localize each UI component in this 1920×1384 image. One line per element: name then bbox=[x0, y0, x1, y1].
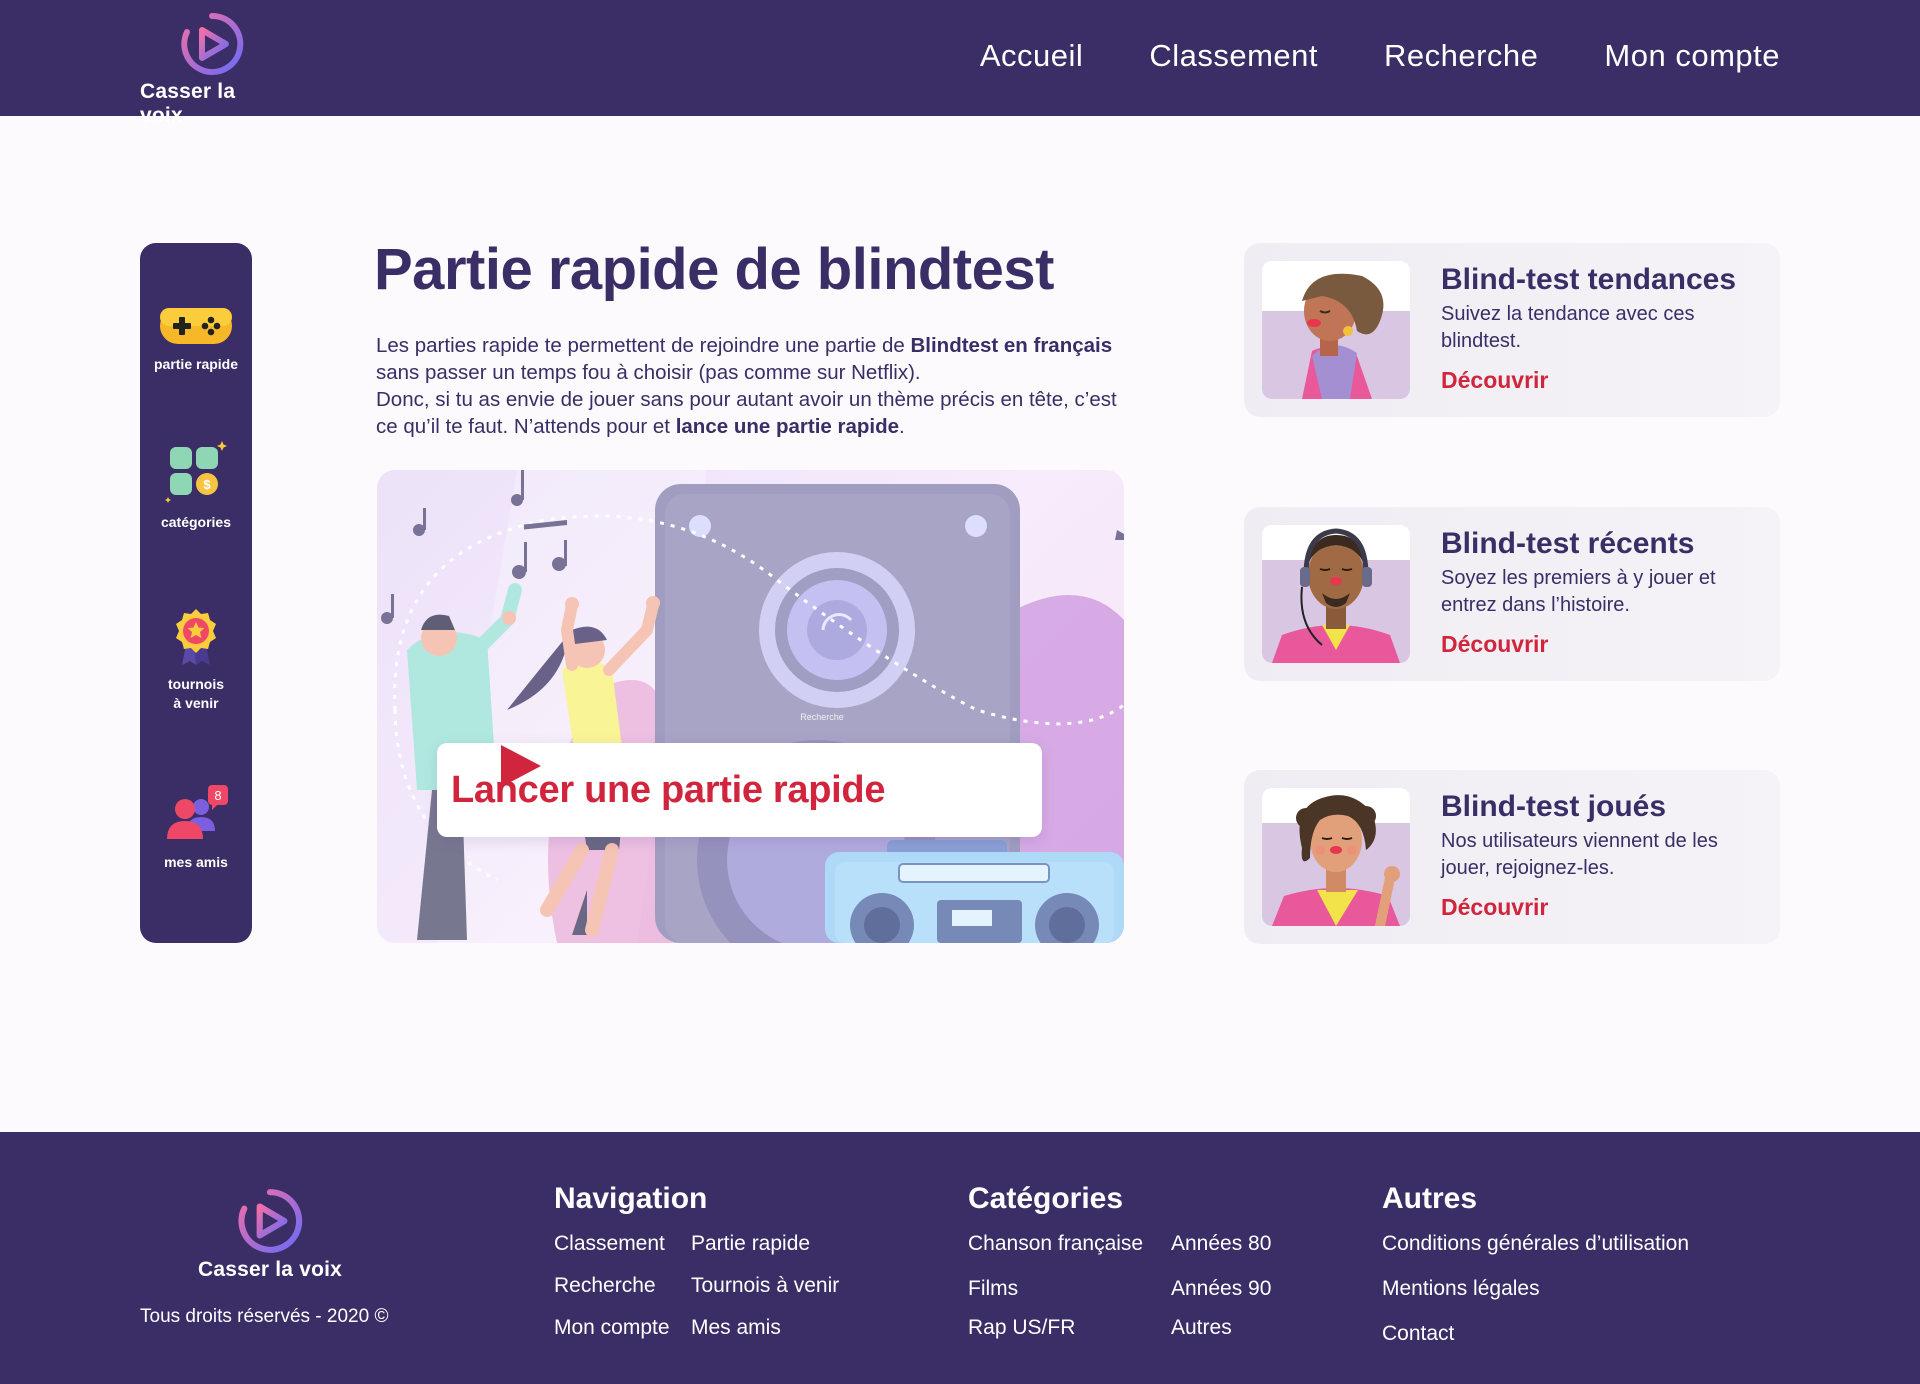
footer-autres-title: Autres bbox=[1382, 1182, 1478, 1215]
footer-link-partie-rapide[interactable]: Partie rapide bbox=[691, 1232, 810, 1256]
play-logo-icon bbox=[181, 12, 244, 75]
sidebar-label-partie-rapide: partie rapide bbox=[153, 356, 239, 372]
svg-text:$: $ bbox=[203, 477, 211, 492]
nav-classement[interactable]: Classement bbox=[1149, 38, 1318, 74]
footer-link-annees-80[interactable]: Années 80 bbox=[1171, 1232, 1271, 1256]
card-illustration bbox=[1262, 261, 1410, 399]
medal-icon bbox=[176, 609, 216, 665]
brand-logo[interactable]: Casser la voix bbox=[140, 10, 284, 128]
card-title: Blind-test joués bbox=[1441, 790, 1667, 823]
footer-link-autres[interactable]: Autres bbox=[1171, 1316, 1232, 1340]
listener-avatar-1 bbox=[1262, 261, 1410, 399]
site-header: Casser la voix Accueil Classement Recher… bbox=[0, 0, 1920, 127]
friends-icon: 8 bbox=[167, 785, 228, 839]
copyright-text: Tous droits réservés - 2020 © bbox=[140, 1306, 389, 1327]
footer-link-mentions-legales[interactable]: Mentions légales bbox=[1382, 1277, 1540, 1301]
categories-icon: $ bbox=[165, 441, 227, 503]
card-recents: Blind-test récents Soyez les premiers à … bbox=[1244, 507, 1780, 681]
nav-mon-compte[interactable]: Mon compte bbox=[1604, 38, 1780, 74]
nav-recherche[interactable]: Recherche bbox=[1384, 38, 1538, 74]
gamepad-icon bbox=[160, 308, 232, 344]
card-tendances: Blind-test tendances Suivez la tendance … bbox=[1244, 243, 1780, 417]
sidebar-label-tournois-line1: tournois bbox=[168, 676, 224, 692]
footer-categories-title: Catégories bbox=[968, 1182, 1124, 1215]
svg-text:8: 8 bbox=[214, 788, 221, 803]
footer-link-recherche[interactable]: Recherche bbox=[554, 1274, 656, 1298]
intro-text-part1: Les parties rapide te permettent de rejo… bbox=[376, 334, 911, 357]
sidebar-item-categories[interactable]: $ catégories bbox=[140, 439, 252, 532]
footer-logo[interactable]: Casser la voix bbox=[195, 1186, 345, 1282]
brand-name: Casser la voix bbox=[140, 80, 236, 127]
sidebar-label-mes-amis: mes amis bbox=[164, 854, 228, 870]
intro-text-bold2: lance une partie rapide bbox=[675, 415, 900, 438]
sidebar-item-mes-amis[interactable]: 8 mes amis bbox=[140, 783, 252, 872]
intro-text: Les parties rapide te permettent de rejo… bbox=[376, 332, 1136, 440]
play-logo-icon bbox=[238, 1189, 303, 1253]
card-illustration bbox=[1262, 525, 1410, 663]
party-illustration: Recherche bbox=[377, 470, 1124, 943]
footer-link-annees-90[interactable]: Années 90 bbox=[1171, 1277, 1271, 1301]
discover-link[interactable]: Découvrir bbox=[1441, 367, 1548, 394]
sidebar: partie rapide $ catégories tournois à ve… bbox=[140, 243, 252, 943]
listener-avatar-2 bbox=[1262, 525, 1410, 663]
site-footer: Casser la voix Tous droits réservés - 20… bbox=[0, 1132, 1920, 1384]
intro-text-part4: . bbox=[899, 415, 905, 438]
card-illustration bbox=[1262, 788, 1410, 926]
listener-avatar-3 bbox=[1262, 788, 1410, 926]
footer-link-films[interactable]: Films bbox=[968, 1277, 1018, 1301]
start-quick-game-button[interactable]: Lancer une partie rapide bbox=[437, 743, 1042, 837]
main-nav: Accueil Classement Recherche Mon compte bbox=[914, 38, 1780, 74]
footer-link-cgu[interactable]: Conditions générales d’utilisation bbox=[1382, 1232, 1689, 1256]
play-icon bbox=[501, 745, 541, 787]
intro-text-bold1: Blindtest en français bbox=[910, 334, 1113, 357]
sidebar-label-tournois-line2: à venir bbox=[173, 695, 219, 711]
sidebar-item-partie-rapide[interactable]: partie rapide bbox=[140, 305, 252, 374]
sidebar-label-categories: catégories bbox=[160, 514, 232, 530]
footer-link-classement[interactable]: Classement bbox=[554, 1232, 665, 1256]
card-title: Blind-test récents bbox=[1441, 527, 1695, 560]
hero-illustration: Recherche Lancer une partie rapide bbox=[377, 470, 1124, 943]
sidebar-label-tournois: tournois à venir bbox=[168, 675, 224, 713]
footer-navigation-title: Navigation bbox=[554, 1182, 708, 1215]
discover-link[interactable]: Découvrir bbox=[1441, 894, 1548, 921]
nav-accueil[interactable]: Accueil bbox=[980, 38, 1083, 74]
card-description: Nos utilisateurs viennent de les jouer, … bbox=[1441, 830, 1718, 879]
footer-link-mes-amis[interactable]: Mes amis bbox=[691, 1316, 781, 1340]
footer-link-mon-compte[interactable]: Mon compte bbox=[554, 1316, 670, 1340]
card-description: Suivez la tendance avec ces blindtest. bbox=[1441, 303, 1695, 352]
footer-link-chanson-francaise[interactable]: Chanson française bbox=[968, 1232, 1143, 1256]
sidebar-item-tournois[interactable]: tournois à venir bbox=[140, 607, 252, 713]
discover-link[interactable]: Découvrir bbox=[1441, 631, 1548, 658]
footer-link-contact[interactable]: Contact bbox=[1382, 1322, 1454, 1346]
intro-text-part2: sans passer un temps fou à choisir (pas … bbox=[376, 361, 921, 384]
page-title: Partie rapide de blindtest bbox=[374, 237, 1054, 302]
footer-link-tournois[interactable]: Tournois à venir bbox=[691, 1274, 839, 1298]
footer-brand-name: Casser la voix bbox=[197, 1258, 343, 1281]
footer-link-rap[interactable]: Rap US/FR bbox=[968, 1316, 1075, 1340]
card-joues: Blind-test joués Nos utilisateurs vienne… bbox=[1244, 770, 1780, 944]
card-title: Blind-test tendances bbox=[1441, 263, 1737, 296]
card-description: Soyez les premiers à y jouer et entrez d… bbox=[1441, 567, 1716, 616]
